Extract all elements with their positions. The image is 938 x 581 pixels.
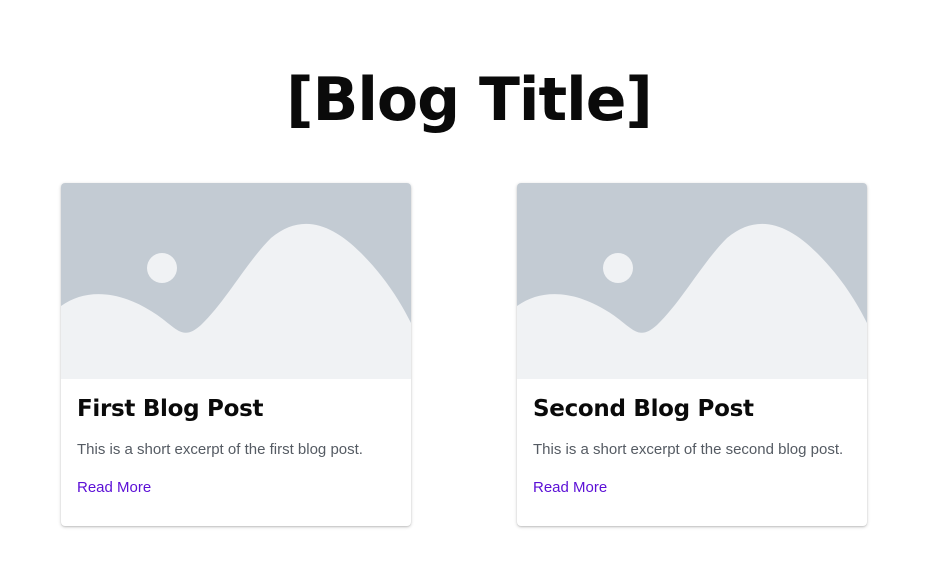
post-excerpt: This is a short excerpt of the second bl… xyxy=(533,441,844,458)
post-excerpt: This is a short excerpt of the first blo… xyxy=(77,441,363,458)
image-placeholder-icon xyxy=(61,183,411,379)
image-placeholder-icon xyxy=(517,183,867,379)
read-more-link[interactable]: Read More xyxy=(77,478,151,498)
blog-card-second: Second Blog Post This is a short excerpt… xyxy=(517,183,867,526)
post-title: Second Blog Post xyxy=(533,396,754,422)
post-title: First Blog Post xyxy=(77,396,264,422)
blog-page: [Blog Title] First Blog Post This is a s… xyxy=(0,0,938,581)
blog-card-first: First Blog Post This is a short excerpt … xyxy=(61,183,411,526)
read-more-link[interactable]: Read More xyxy=(533,478,607,498)
page-title: [Blog Title] xyxy=(286,65,653,135)
